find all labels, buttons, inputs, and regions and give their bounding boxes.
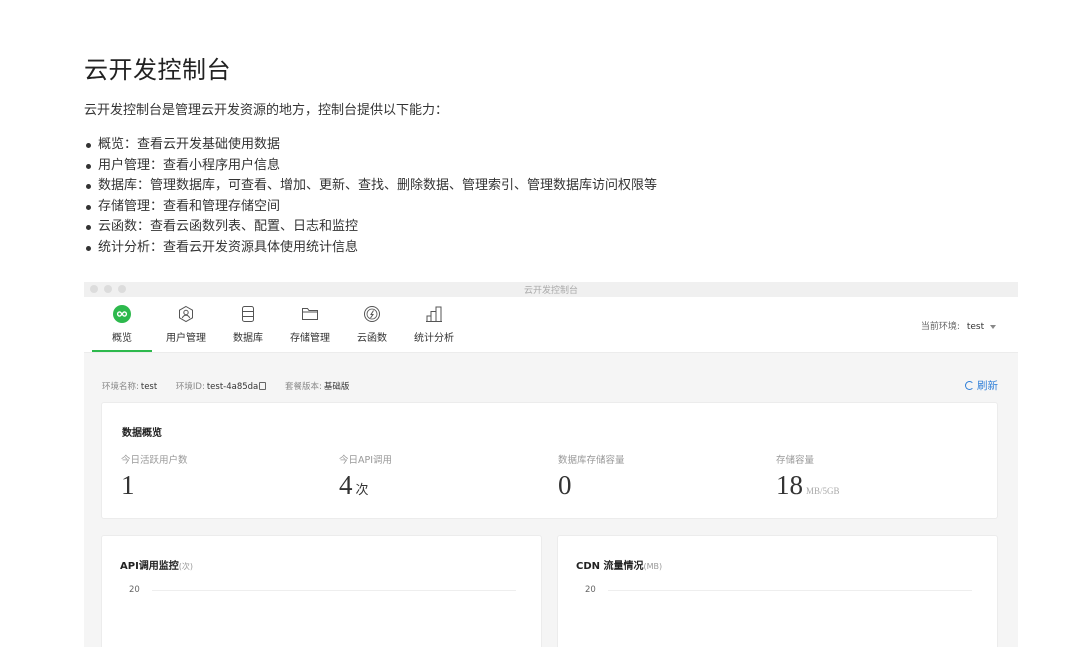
stat-db-storage: 数据库存储容量 0 [558, 452, 625, 500]
infinity-icon [113, 305, 131, 323]
env-name-value: test [140, 382, 158, 392]
cloud-function-icon [364, 306, 380, 322]
list-item: 数据库：管理数据库，可查看、增加、更新、查找、删除数据、管理索引、管理数据库访问… [84, 176, 657, 197]
plan-value: 基础版 [323, 382, 350, 392]
stat-value: 1 [121, 470, 135, 500]
stat-label: 数据库存储容量 [558, 455, 625, 466]
stat-label: 今日API调用 [339, 455, 393, 466]
stat-value: 18 MB/5GB [776, 470, 840, 500]
tab-database[interactable]: 数据库 [218, 305, 278, 353]
list-item: 概览：查看云开发基础使用数据 [84, 135, 657, 156]
env-value: test [966, 322, 985, 332]
stat-unit: 次 [355, 482, 369, 497]
copy-icon[interactable] [259, 382, 267, 390]
card-title: 数据概览 [122, 428, 162, 439]
list-item: 存储管理：查看和管理存储空间 [84, 197, 657, 218]
stat-unit: MB/5GB [806, 486, 840, 496]
gridline [152, 590, 516, 591]
env-id-value: test-4a85da [206, 382, 259, 392]
window-title: 云开发控制台 [523, 286, 578, 296]
tab-label: 统计分析 [414, 333, 454, 344]
api-monitor-card: API调用监控(次) 20 [101, 535, 542, 647]
list-item: 统计分析：查看云开发资源具体使用统计信息 [84, 238, 657, 259]
stat-label: 存储容量 [776, 455, 815, 466]
stat-value: 0 [558, 470, 572, 500]
console-navbar: 概览 用户管理 数据库 存储管理 云函数 统计分析 当前环境: test [84, 297, 1018, 353]
tab-label: 云函数 [357, 333, 387, 344]
env-id-label: 环境ID: [175, 382, 205, 392]
card-unit: (MB) [643, 562, 663, 571]
console-window-screenshot: 云开发控制台 概览 用户管理 数据库 存储管理 云函数 统计分析 当前环境: t… [84, 282, 1018, 647]
intro-text: 云开发控制台是管理云开发资源的地方，控制台提供以下能力： [84, 103, 449, 118]
database-icon [242, 306, 254, 322]
stat-api-calls: 今日API调用 4次 [339, 452, 392, 505]
tab-storage[interactable]: 存储管理 [280, 305, 340, 353]
list-item: 用户管理：查看小程序用户信息 [84, 156, 657, 177]
env-label: 当前环境: [920, 322, 960, 332]
user-icon [179, 305, 193, 323]
refresh-button[interactable]: 刷新 [965, 378, 998, 393]
active-tab-indicator [92, 350, 152, 352]
card-unit: (次) [178, 562, 194, 571]
stat-value: 4次 [339, 470, 369, 500]
list-item: 云函数：查看云函数列表、配置、日志和监控 [84, 217, 657, 238]
data-overview-card: 数据概览 今日活跃用户数 1 今日API调用 4次 数据库存储容量 0 存储容量… [101, 402, 998, 519]
env-name-label: 环境名称: [102, 382, 139, 392]
card-title: API调用监控(次) [120, 561, 194, 572]
tab-overview[interactable]: 概览 [92, 305, 152, 353]
window-titlebar: 云开发控制台 [84, 282, 1018, 297]
environment-selector[interactable]: 当前环境: test [921, 319, 996, 332]
plan-label: 套餐版本: [284, 382, 322, 392]
refresh-label: 刷新 [977, 380, 998, 392]
tab-label: 数据库 [233, 333, 263, 344]
tab-user-management[interactable]: 用户管理 [156, 305, 216, 353]
y-axis-tick: 20 [585, 585, 596, 595]
refresh-icon [965, 381, 974, 390]
gridline [608, 590, 972, 591]
cdn-traffic-card: CDN 流量情况(MB) 20 [557, 535, 998, 647]
card-title: CDN 流量情况(MB) [576, 561, 663, 572]
bar-chart-icon [426, 306, 442, 322]
y-axis-tick: 20 [129, 585, 140, 595]
chevron-down-icon [990, 324, 996, 329]
tab-label: 用户管理 [166, 333, 206, 344]
folder-icon [302, 308, 318, 320]
stat-label: 今日活跃用户数 [121, 455, 188, 466]
tab-label: 概览 [112, 333, 132, 344]
tab-statistics[interactable]: 统计分析 [404, 305, 464, 353]
page-title: 云开发控制台 [84, 56, 231, 84]
environment-info-bar: 环境名称: test 环境ID: test-4a85da 套餐版本: 基础版 [102, 380, 365, 392]
feature-list: 概览：查看云开发基础使用数据 用户管理：查看小程序用户信息 数据库：管理数据库，… [84, 135, 657, 258]
tab-label: 存储管理 [290, 333, 330, 344]
tab-cloud-functions[interactable]: 云函数 [342, 305, 402, 353]
stat-storage-capacity: 存储容量 18 MB/5GB [776, 452, 840, 506]
stat-active-users: 今日活跃用户数 1 [121, 452, 188, 500]
